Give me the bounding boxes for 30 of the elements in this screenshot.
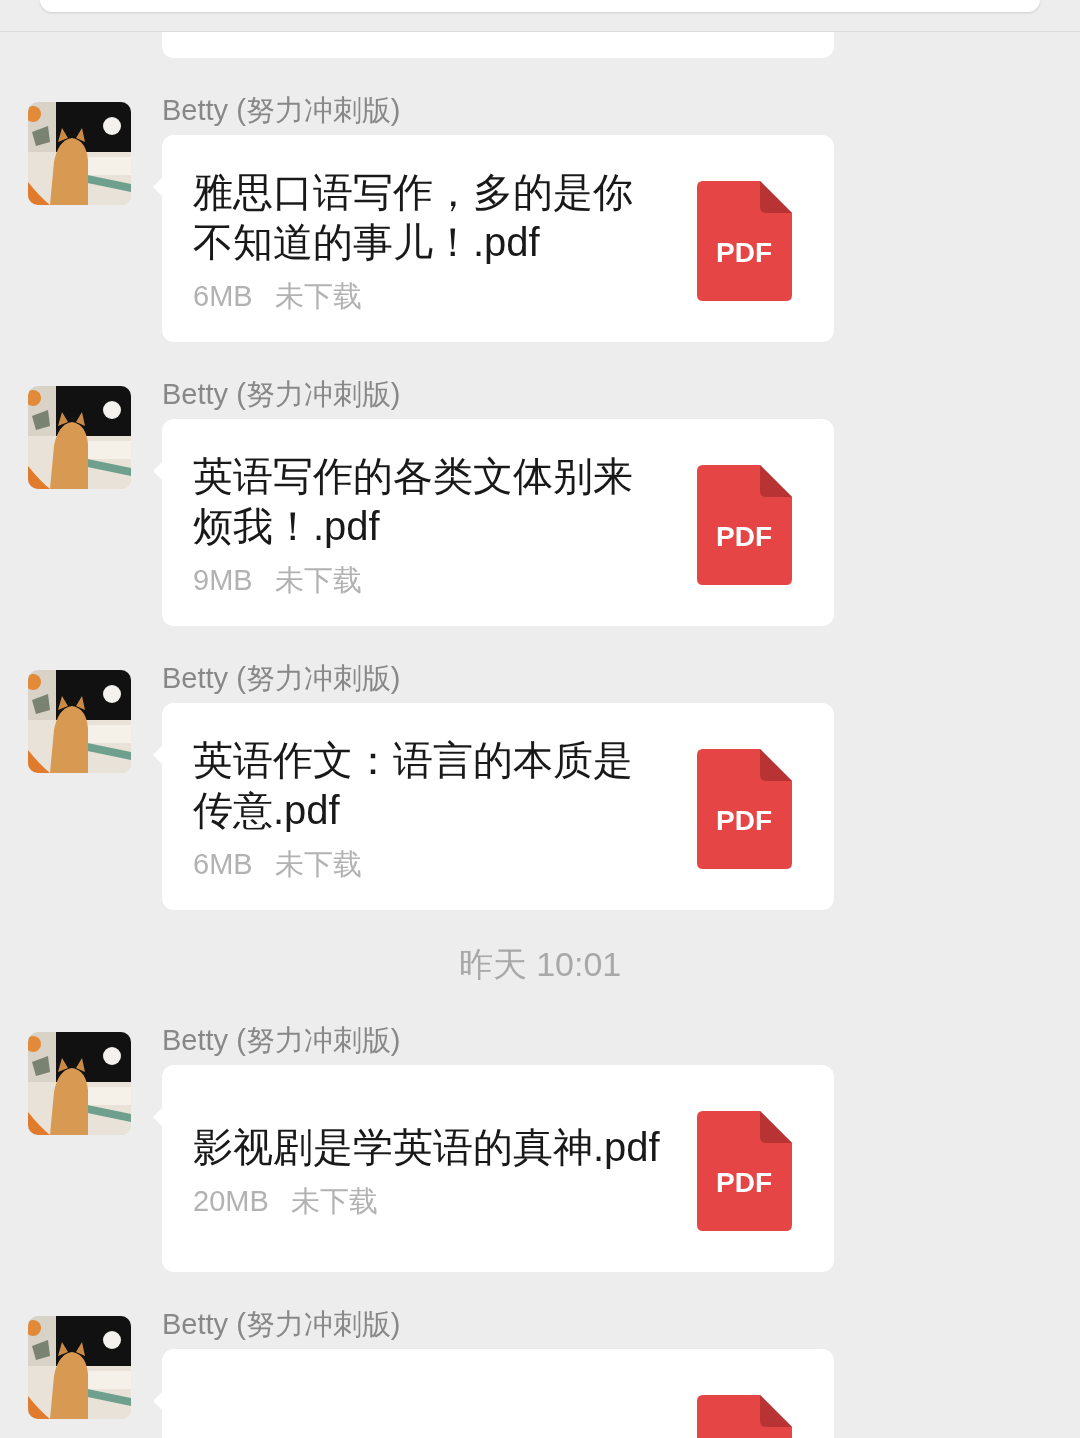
timestamp: 昨天 10:01 <box>458 944 622 984</box>
file-message-bubble[interactable]: 英语写作的各类文体别来烦我！.pdf 9MB 未下载 PDF <box>162 419 834 626</box>
file-type-label: PDF <box>716 520 772 553</box>
file-size: 6MB <box>193 279 253 314</box>
file-size: 20MB <box>193 1184 269 1219</box>
file-icon <box>697 748 792 869</box>
download-status: 未下载 <box>274 279 362 314</box>
file-icon <box>697 180 792 301</box>
sender-name: Betty (努力冲刺版) <box>162 1307 402 1342</box>
file-size: 9MB <box>193 563 253 598</box>
file-size: 6MB <box>193 847 253 882</box>
file-message-bubble[interactable]: 影视剧是学英语的真神.pdf 20MB 未下载 PDF <box>162 1065 834 1272</box>
download-status: 未下载 <box>290 1184 378 1219</box>
file-name: 影视剧是学英语的真神.pdf <box>193 1124 661 1171</box>
download-status: 未下载 <box>274 563 362 598</box>
file-icon <box>697 464 792 585</box>
file-name: 英语作文：语言的本质是传意.pdf <box>193 737 634 834</box>
sender-name: Betty (努力冲刺版) <box>162 661 402 696</box>
file-name: 英语写作的各类文体别来烦我！.pdf <box>193 453 634 550</box>
file-name: 雅思口语写作，多的是你不知道的事儿！.pdf <box>193 169 634 266</box>
file-type-label: PDF <box>716 804 772 837</box>
download-status: 未下载 <box>274 847 362 882</box>
sender-name: Betty (努力冲刺版) <box>162 377 402 412</box>
file-type-label: PDF <box>716 1166 772 1199</box>
sender-name: Betty (努力冲刺版) <box>162 1023 402 1058</box>
file-type-label: PDF <box>716 236 772 269</box>
file-message-bubble[interactable]: 英语作文：语言的本质是传意.pdf 6MB 未下载 PDF <box>162 703 834 910</box>
sender-name: Betty (努力冲刺版) <box>162 93 402 128</box>
file-icon <box>697 1110 792 1231</box>
file-message-bubble[interactable]: 雅思口语写作，多的是你不知道的事儿！.pdf 6MB 未下载 PDF <box>162 135 834 342</box>
